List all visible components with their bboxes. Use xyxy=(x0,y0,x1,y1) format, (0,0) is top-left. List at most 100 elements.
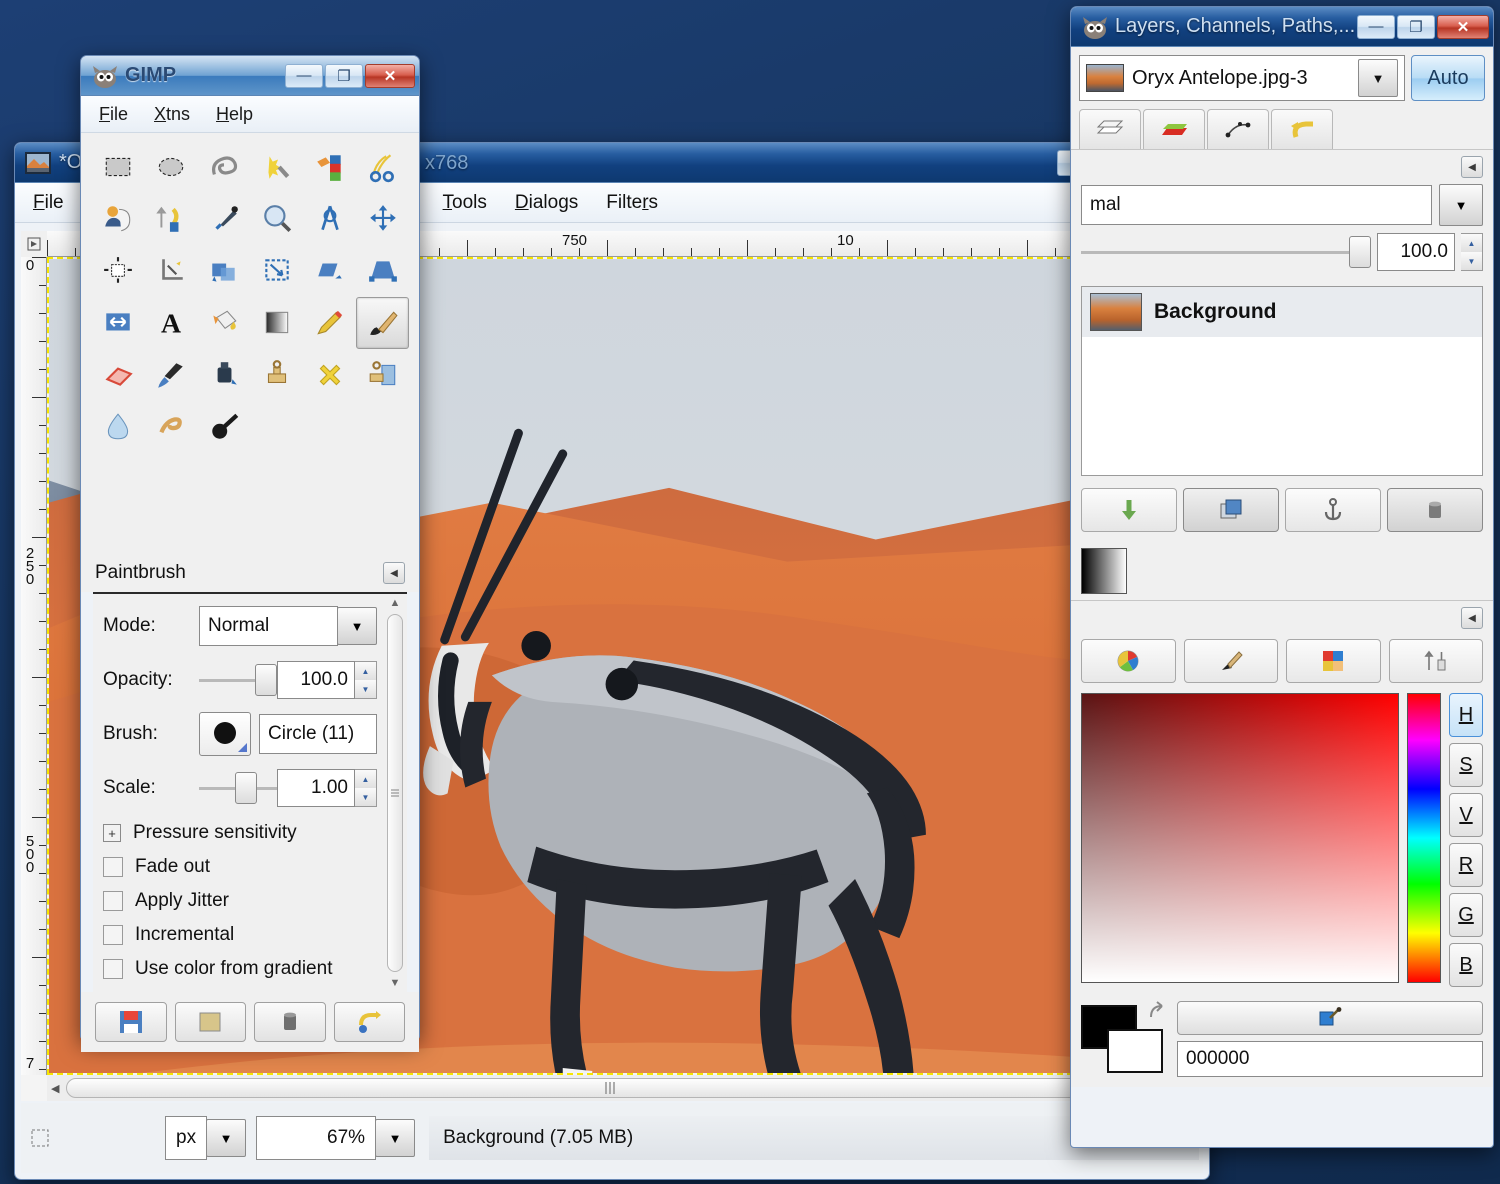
opacity-value[interactable]: 100.0 xyxy=(277,661,355,699)
delete-options-icon[interactable] xyxy=(254,1002,326,1042)
channel-button-V[interactable]: V xyxy=(1449,793,1483,837)
scale-value[interactable]: 1.00 xyxy=(277,769,355,807)
tool-pencil-icon[interactable] xyxy=(303,297,356,349)
scroll-thumb[interactable] xyxy=(387,614,403,972)
close-button[interactable]: ✕ xyxy=(365,63,415,88)
tool-options-scrollbar[interactable]: ▲ ▼ xyxy=(383,594,407,992)
tool-perspective-icon[interactable] xyxy=(356,245,409,297)
checkbox[interactable] xyxy=(103,857,123,877)
collapse-panel-icon[interactable]: ◀ xyxy=(383,562,405,584)
quick-mask-toggle[interactable] xyxy=(25,1129,55,1147)
dock-tabs[interactable] xyxy=(1071,107,1493,149)
gradient-preview[interactable] xyxy=(1081,548,1127,594)
zoom-value[interactable]: 67% xyxy=(256,1116,377,1160)
layer-opacity-slider[interactable] xyxy=(1081,232,1371,272)
paths-tab-icon[interactable] xyxy=(1207,109,1269,149)
screen-color-picker-icon[interactable] xyxy=(1177,1001,1483,1035)
tool-airbrush-icon[interactable] xyxy=(144,349,197,401)
restore-options-icon[interactable] xyxy=(174,1002,246,1042)
toolbox-window[interactable]: GIMP — ❐ ✕ File Xtns Help A Paintbrush ◀… xyxy=(80,55,420,1052)
checkbox[interactable] xyxy=(103,959,123,979)
dock-window-controls[interactable]: — ❐ ✕ xyxy=(1355,14,1489,39)
brush-icon[interactable] xyxy=(1183,639,1278,683)
scroll-down-icon[interactable]: ▼ xyxy=(390,974,401,992)
swap-colors-icon[interactable] xyxy=(1147,1001,1171,1028)
layer-mode-value[interactable]: mal xyxy=(1081,185,1432,225)
layer-mode-dropdown-arrow[interactable]: ▼ xyxy=(1439,184,1483,226)
tool-color-picker-icon[interactable] xyxy=(197,193,250,245)
tool-clone-icon[interactable] xyxy=(250,349,303,401)
tool-paths-icon[interactable] xyxy=(144,193,197,245)
vertical-ruler[interactable]: 0 250 500 7 xyxy=(21,257,47,1075)
brush-row[interactable]: Brush: Circle (11) xyxy=(103,712,377,756)
option-row-1[interactable]: Fade out xyxy=(103,856,377,878)
layer-mode-row[interactable]: mal ▼ xyxy=(1071,182,1493,232)
minimize-button[interactable]: — xyxy=(1357,14,1395,39)
tool-options-icon[interactable] xyxy=(1388,639,1483,683)
toolbox-menubar[interactable]: File Xtns Help xyxy=(81,96,419,133)
brush-preview[interactable] xyxy=(199,712,251,756)
zoom-dropdown-arrow[interactable]: ▼ xyxy=(375,1119,416,1157)
tool-crop-icon[interactable] xyxy=(144,245,197,297)
menu-file[interactable]: File xyxy=(99,104,128,125)
tool-blur-sharpen-icon[interactable] xyxy=(91,401,144,453)
channel-button-S[interactable]: S xyxy=(1449,743,1483,787)
tool-scissors-select-icon[interactable] xyxy=(356,141,409,193)
tool-eraser-icon[interactable] xyxy=(91,349,144,401)
color-swatch-pair[interactable] xyxy=(1081,1001,1167,1075)
new-layer-icon[interactable] xyxy=(1081,488,1177,532)
tool-foreground-select-icon[interactable] xyxy=(91,193,144,245)
option-row-3[interactable]: Incremental xyxy=(103,924,377,946)
tool-scale-icon[interactable] xyxy=(250,245,303,297)
layers-panel[interactable]: ◀ mal ▼ 100.0 ▲ ▼ Background xyxy=(1071,149,1493,600)
toolbox-window-controls[interactable]: — ❐ ✕ xyxy=(283,63,415,88)
menu-xtns[interactable]: Xtns xyxy=(154,104,190,125)
tool-move-icon[interactable] xyxy=(356,193,409,245)
background-color-swatch[interactable] xyxy=(1107,1029,1163,1073)
checkbox[interactable] xyxy=(103,891,123,911)
image-selector-row[interactable]: Oryx Antelope.jpg-3 ▼ Auto xyxy=(1071,47,1493,107)
tool-dodge-burn-icon[interactable] xyxy=(197,401,250,453)
brush-value[interactable]: Circle (11) xyxy=(259,714,377,754)
tool-fuzzy-select-icon[interactable] xyxy=(250,141,303,193)
tool-rect-select-icon[interactable] xyxy=(91,141,144,193)
scroll-left-icon[interactable]: ◀ xyxy=(47,1082,63,1095)
mode-row[interactable]: Mode: Normal ▼ xyxy=(103,606,377,646)
table-row[interactable]: Background xyxy=(1082,287,1482,337)
layer-opacity-value[interactable]: 100.0 xyxy=(1377,233,1455,271)
color-panel-buttons[interactable] xyxy=(1071,633,1493,689)
channel-button-B[interactable]: B xyxy=(1449,943,1483,987)
tool-flip-icon[interactable] xyxy=(91,297,144,349)
tool-options-body[interactable]: Mode: Normal ▼ Opacity: 100.0 ▲ ▼ Brush: … xyxy=(93,592,407,992)
layer-action-buttons[interactable] xyxy=(1071,482,1493,542)
opacity-spinner[interactable]: ▲ ▼ xyxy=(355,661,377,699)
tool-alignment-icon[interactable] xyxy=(91,245,144,297)
tool-select-by-color-icon[interactable] xyxy=(303,141,356,193)
scale-slider[interactable] xyxy=(199,768,277,808)
layers-list[interactable]: Background xyxy=(1081,286,1483,476)
minimize-button[interactable]: — xyxy=(285,63,323,88)
tool-grid[interactable]: A xyxy=(81,133,419,457)
mode-dropdown-arrow[interactable]: ▼ xyxy=(337,607,377,645)
palette-icon[interactable] xyxy=(1286,639,1381,683)
tool-rotate-icon[interactable] xyxy=(197,245,250,297)
canvas-horizontal-scrollbar[interactable]: ◀ ▶ xyxy=(47,1075,1173,1101)
collapse-panel-icon[interactable]: ◀ xyxy=(1461,607,1483,629)
image-selector[interactable]: Oryx Antelope.jpg-3 ▼ xyxy=(1079,55,1405,101)
option-row-4[interactable]: Use color from gradient xyxy=(103,958,377,980)
auto-button[interactable]: Auto xyxy=(1411,55,1485,101)
channels-tab-icon[interactable] xyxy=(1143,109,1205,149)
unit-value[interactable]: px xyxy=(165,1116,208,1160)
tool-perspective-clone-icon[interactable] xyxy=(356,349,409,401)
menu-filters[interactable]: Filters xyxy=(606,192,658,214)
horizontal-scroll-thumb[interactable] xyxy=(66,1078,1154,1098)
delete-layer-icon[interactable] xyxy=(1387,488,1483,532)
checkbox[interactable] xyxy=(103,925,123,945)
tool-ink-icon[interactable] xyxy=(197,349,250,401)
save-options-icon[interactable] xyxy=(95,1002,167,1042)
menu-help[interactable]: Help xyxy=(216,104,253,125)
collapse-panel-icon[interactable]: ◀ xyxy=(1461,156,1483,178)
hue-strip[interactable] xyxy=(1407,693,1441,983)
dock-titlebar[interactable]: Layers, Channels, Paths,... — ❐ ✕ xyxy=(1071,7,1493,47)
menu-tools[interactable]: Tools xyxy=(443,192,487,214)
